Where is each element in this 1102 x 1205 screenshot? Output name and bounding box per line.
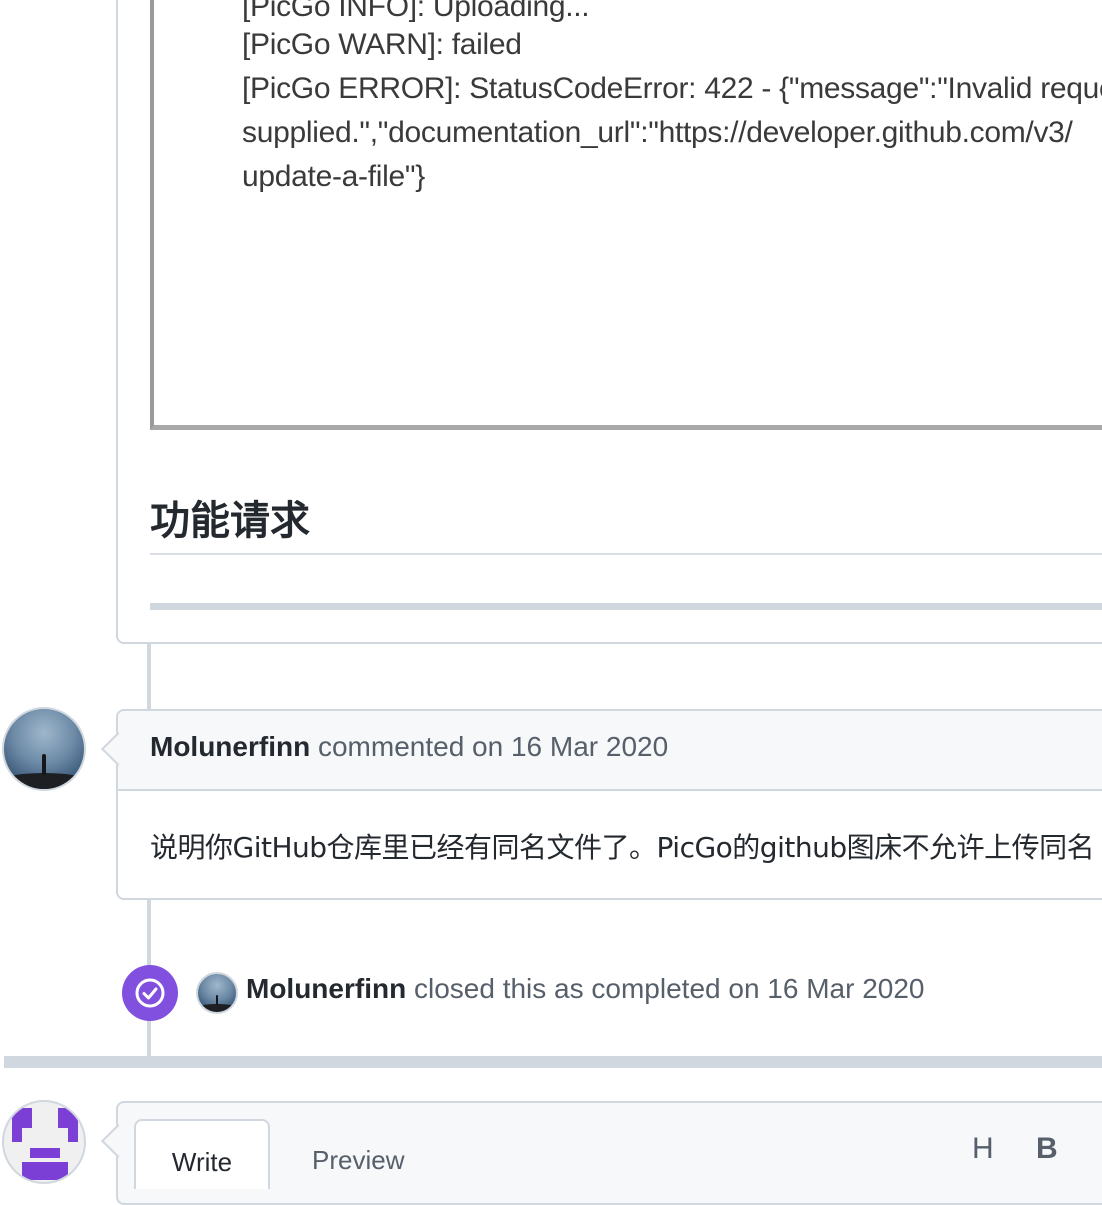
close-event-description: closed this as completed on 16 Mar 2020 bbox=[413, 973, 925, 1004]
heading-button[interactable]: H bbox=[972, 1132, 994, 1166]
close-event-author-link[interactable]: Molunerfinn bbox=[246, 973, 406, 1004]
comment-body: 说明你GitHub仓库里已经有同名文件了。PicGo的github图床不允许上传… bbox=[150, 831, 1095, 864]
log-line: [PicGo INFO]: Uploading... bbox=[242, 0, 590, 23]
check-circle-icon bbox=[122, 965, 178, 1021]
log-line: update-a-file"} bbox=[242, 160, 425, 193]
timeline-line bbox=[147, 642, 151, 710]
timeline-line bbox=[147, 1020, 151, 1058]
timeline-end-divider bbox=[4, 1056, 1102, 1068]
close-event-text: Molunerfinn closed this as completed on … bbox=[246, 973, 925, 1005]
log-line: [PicGo ERROR]: StatusCodeError: 422 - {"… bbox=[242, 72, 1102, 105]
timeline-line bbox=[147, 896, 151, 966]
log-line: supplied.","documentation_url":"https://… bbox=[242, 116, 1073, 149]
log-line: [PicGo WARN]: failed bbox=[242, 28, 522, 61]
comment-timestamp[interactable]: commented on 16 Mar 2020 bbox=[318, 731, 668, 762]
section-heading: 功能请求 bbox=[150, 498, 310, 544]
comment-header-text: Molunerfinn commented on 16 Mar 2020 bbox=[150, 731, 668, 763]
horizontal-rule bbox=[150, 603, 1102, 610]
log-screenshot bbox=[150, 0, 1102, 430]
heading-divider bbox=[150, 553, 1102, 555]
user-avatar-small[interactable] bbox=[196, 972, 238, 1014]
comment-author-link[interactable]: Molunerfinn bbox=[150, 731, 310, 762]
identicon-avatar[interactable] bbox=[2, 1100, 86, 1184]
tab-preview[interactable]: Preview bbox=[312, 1145, 404, 1176]
tab-write[interactable]: Write bbox=[134, 1119, 270, 1189]
bold-button[interactable]: B bbox=[1036, 1132, 1058, 1166]
user-avatar[interactable] bbox=[2, 707, 86, 791]
